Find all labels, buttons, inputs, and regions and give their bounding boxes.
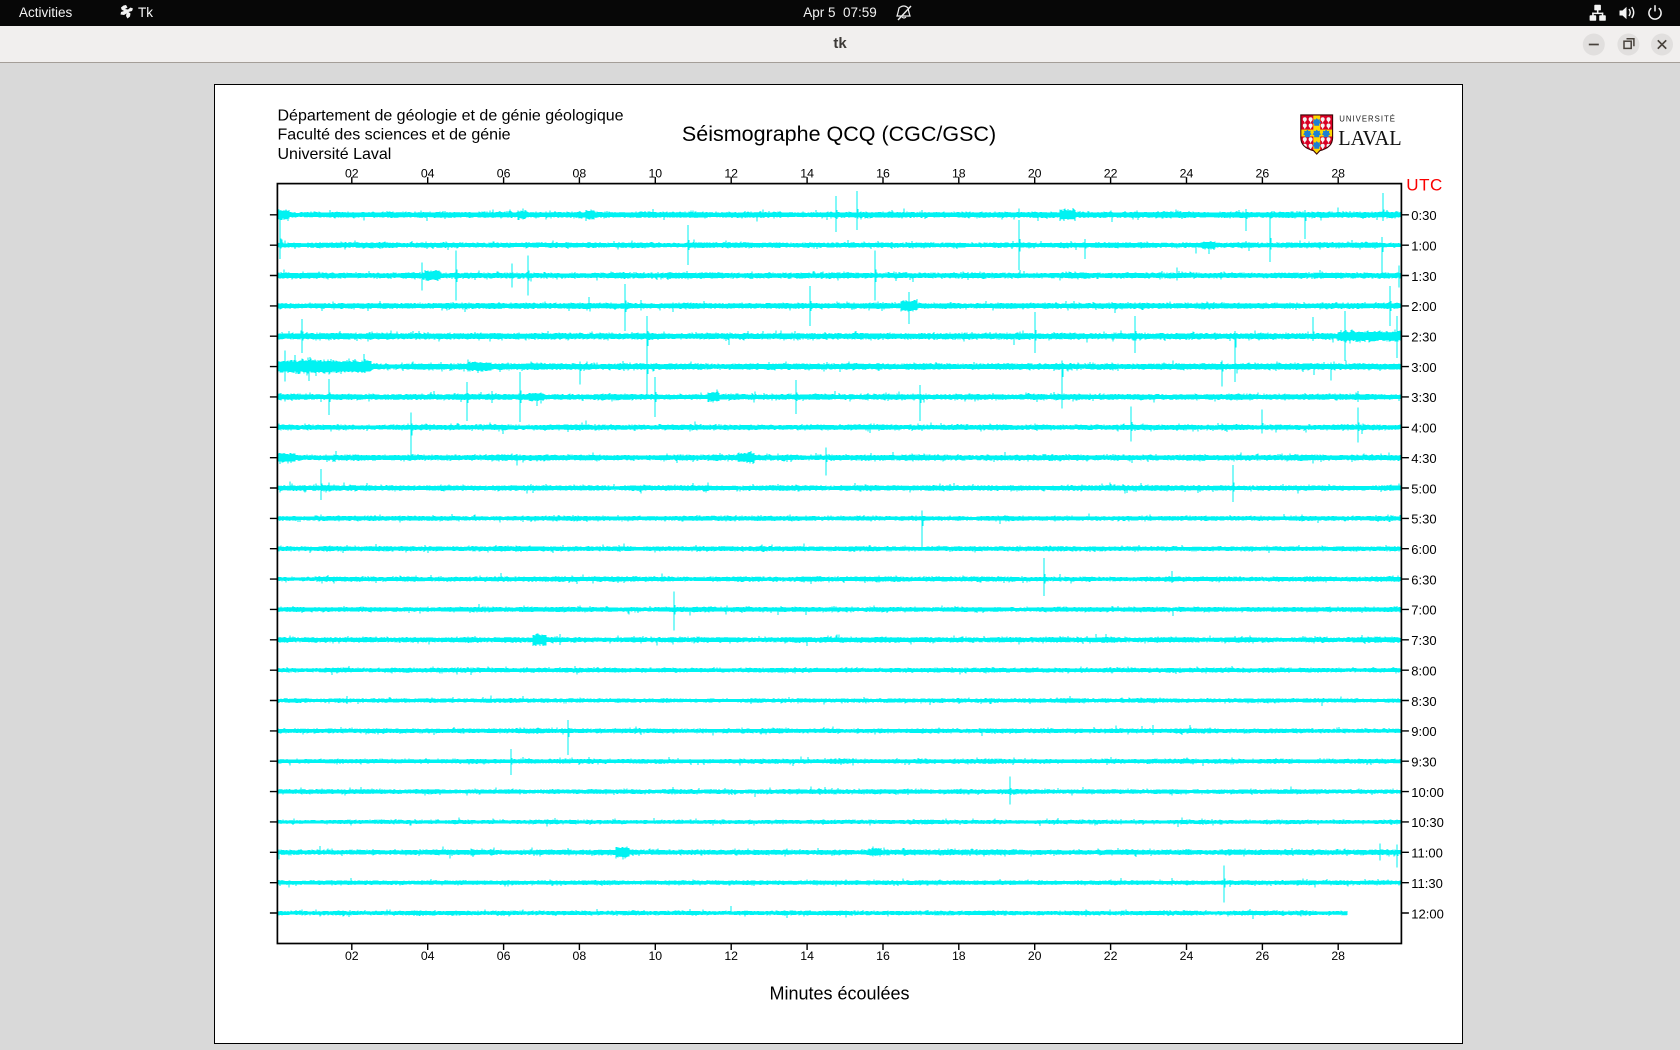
svg-text:06: 06 (497, 166, 511, 180)
svg-text:08: 08 (573, 166, 587, 180)
svg-text:24: 24 (1180, 949, 1194, 963)
svg-text:5:00: 5:00 (1411, 481, 1436, 496)
svg-text:26: 26 (1256, 166, 1270, 180)
svg-text:8:30: 8:30 (1411, 694, 1436, 709)
svg-text:4:30: 4:30 (1411, 451, 1436, 466)
svg-text:18: 18 (952, 949, 966, 963)
svg-text:02: 02 (345, 166, 359, 180)
svg-text:UNIVERSITÉ: UNIVERSITÉ (1339, 115, 1396, 124)
svg-text:9:30: 9:30 (1411, 755, 1436, 770)
svg-text:16: 16 (876, 166, 890, 180)
svg-text:04: 04 (421, 166, 435, 180)
svg-text:1:00: 1:00 (1411, 239, 1436, 254)
svg-text:2:00: 2:00 (1411, 299, 1436, 314)
svg-text:2:30: 2:30 (1411, 330, 1436, 345)
svg-text:28: 28 (1331, 166, 1345, 180)
svg-text:10:30: 10:30 (1411, 815, 1444, 830)
svg-text:10: 10 (648, 949, 662, 963)
svg-text:UTC: UTC (1406, 176, 1443, 195)
svg-text:10: 10 (648, 166, 662, 180)
svg-text:Université Laval: Université Laval (278, 146, 392, 163)
svg-text:Faculté des sciences et de gén: Faculté des sciences et de génie (278, 127, 511, 144)
svg-text:08: 08 (573, 949, 587, 963)
svg-text:04: 04 (421, 949, 435, 963)
svg-text:20: 20 (1028, 166, 1042, 180)
svg-text:Minutes écoulées: Minutes écoulées (769, 984, 909, 1004)
svg-text:3:30: 3:30 (1411, 390, 1436, 405)
svg-text:7:00: 7:00 (1411, 603, 1436, 618)
svg-text:18: 18 (952, 166, 966, 180)
svg-text:28: 28 (1331, 949, 1345, 963)
svg-text:Département de géologie et de: Département de géologie et de génie géol… (278, 107, 624, 124)
svg-text:4:00: 4:00 (1411, 421, 1436, 436)
svg-text:14: 14 (800, 949, 814, 963)
svg-text:6:30: 6:30 (1411, 572, 1436, 587)
svg-text:14: 14 (800, 166, 814, 180)
svg-text:11:30: 11:30 (1411, 876, 1443, 891)
svg-text:LAVAL: LAVAL (1338, 126, 1402, 150)
svg-text:Séismographe QCQ (CGC/GSC): Séismographe QCQ (CGC/GSC) (682, 122, 996, 146)
svg-text:7:30: 7:30 (1411, 633, 1436, 648)
svg-text:10:00: 10:00 (1411, 785, 1444, 800)
svg-text:9:00: 9:00 (1411, 724, 1436, 739)
svg-text:02: 02 (345, 949, 359, 963)
svg-text:22: 22 (1104, 949, 1118, 963)
svg-text:1:30: 1:30 (1411, 269, 1436, 284)
svg-text:6:00: 6:00 (1411, 542, 1436, 557)
svg-text:22: 22 (1104, 166, 1118, 180)
svg-text:24: 24 (1180, 166, 1194, 180)
svg-text:20: 20 (1028, 949, 1042, 963)
svg-text:8:00: 8:00 (1411, 664, 1436, 679)
svg-text:12:00: 12:00 (1411, 906, 1444, 921)
svg-text:0:30: 0:30 (1411, 208, 1436, 223)
svg-text:3:00: 3:00 (1411, 360, 1436, 375)
svg-text:11:00: 11:00 (1411, 846, 1443, 861)
svg-text:5:30: 5:30 (1411, 512, 1436, 527)
svg-text:26: 26 (1256, 949, 1270, 963)
svg-text:16: 16 (876, 949, 890, 963)
svg-text:12: 12 (724, 949, 738, 963)
svg-text:12: 12 (724, 166, 738, 180)
svg-text:06: 06 (497, 949, 511, 963)
